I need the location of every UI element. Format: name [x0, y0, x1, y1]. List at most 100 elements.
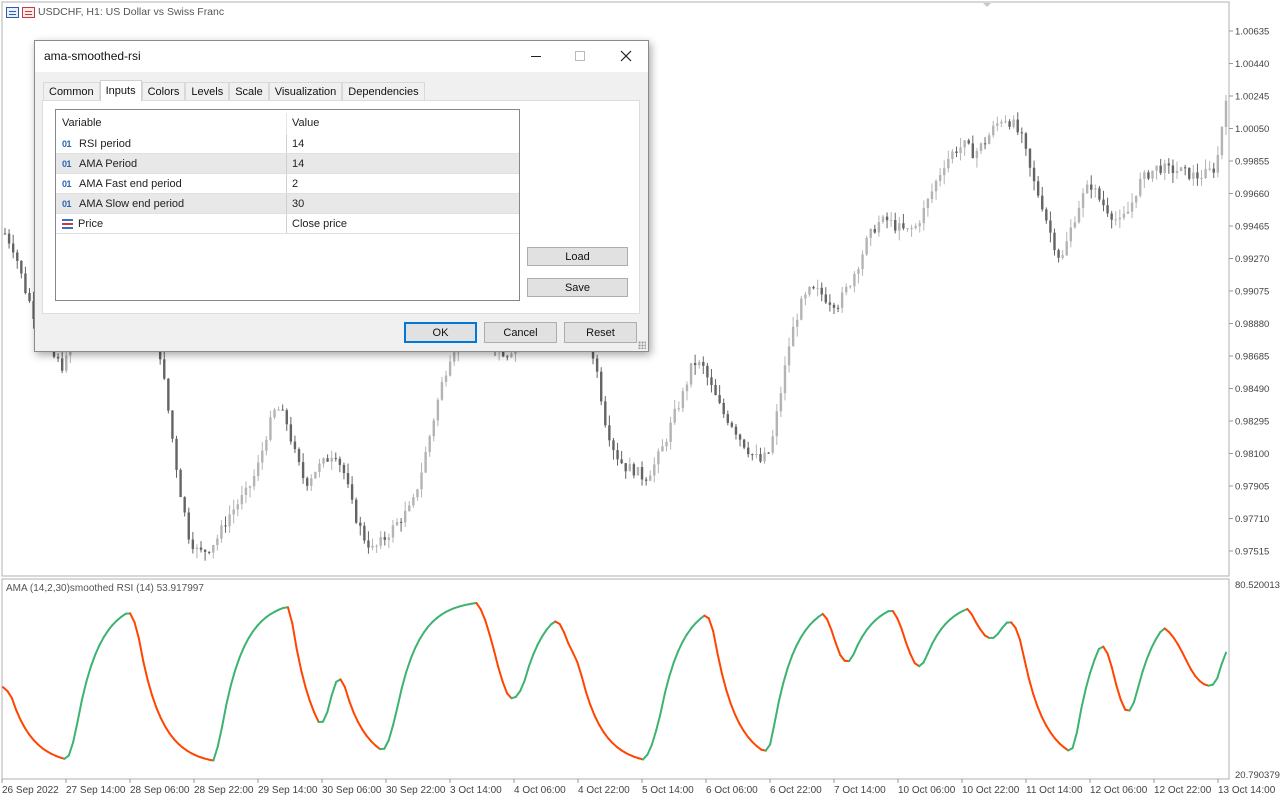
integer-type-icon: 01 — [62, 138, 72, 149]
chart-title: USDCHF, H1: US Dollar vs Swiss Franc — [38, 6, 225, 18]
indicator-properties-dialog: ama-smoothed-rsi Common Inputs Colors Le… — [34, 40, 649, 352]
price-tick-label: 0.98490 — [1235, 384, 1269, 395]
price-tick-label: 0.99465 — [1235, 222, 1269, 233]
tab-levels[interactable]: Levels — [185, 82, 230, 101]
resize-grip-icon[interactable] — [638, 341, 646, 349]
candle — [187, 507, 190, 544]
variable-name: AMA Fast end period — [79, 177, 182, 190]
price-tick-label: 0.98880 — [1235, 319, 1269, 330]
load-button[interactable]: Load — [527, 247, 628, 266]
price-tick-label: 0.98685 — [1235, 352, 1269, 363]
variable-name: AMA Period — [79, 157, 138, 170]
candle — [689, 363, 693, 388]
minimize-button[interactable] — [513, 41, 558, 71]
column-header-variable[interactable]: Variable — [56, 113, 287, 133]
candle — [800, 295, 803, 321]
time-tick-label: 28 Sep 06:00 — [130, 785, 190, 796]
tab-colors[interactable]: Colors — [141, 82, 186, 101]
enum-type-icon — [62, 218, 73, 229]
variable-name: RSI period — [79, 137, 131, 150]
table-row[interactable]: 01 AMA Slow end period 30 — [56, 194, 519, 214]
integer-type-icon: 01 — [62, 198, 72, 209]
indicator-max-label: 80.520013 — [1235, 580, 1280, 591]
value-cell[interactable]: 14 — [287, 134, 519, 153]
close-icon — [620, 50, 631, 62]
cancel-button[interactable]: Cancel — [484, 322, 557, 343]
close-button[interactable] — [603, 41, 648, 71]
tab-scale[interactable]: Scale — [229, 82, 269, 101]
candle — [179, 468, 182, 498]
inputs-panel: Variable Value 01 RSI period 14 01 AMA P… — [42, 100, 640, 314]
candle — [171, 410, 174, 443]
time-tick-label: 28 Sep 22:00 — [194, 785, 254, 796]
time-tick-label: 26 Sep 2022 — [2, 785, 59, 796]
candle — [1188, 167, 1191, 181]
table-row[interactable]: 01 AMA Fast end period 2 — [56, 174, 519, 194]
time-axis: 26 Sep 2022 27 Sep 14:00 28 Sep 06:00 28 Se… — [1, 779, 1276, 796]
price-tick-label: 0.99660 — [1235, 189, 1269, 200]
column-header-value[interactable]: Value — [287, 113, 519, 133]
dialog-titlebar[interactable]: ama-smoothed-rsi — [35, 41, 648, 72]
time-tick-label: 4 Oct 22:00 — [578, 785, 630, 796]
price-tick-label: 0.99270 — [1235, 254, 1269, 265]
reset-button[interactable]: Reset — [564, 322, 637, 343]
table-header: Variable Value — [56, 113, 519, 133]
dialog-title: ama-smoothed-rsi — [44, 49, 141, 63]
indicator-label: AMA (14,2,30)smoothed RSI (14) 53.917997 — [6, 583, 204, 594]
price-tick-label: 0.97710 — [1235, 514, 1269, 525]
time-tick-label: 10 Oct 06:00 — [898, 785, 956, 796]
price-tick-label: 0.99855 — [1235, 157, 1269, 168]
tab-inputs[interactable]: Inputs — [99, 80, 142, 101]
candle — [600, 367, 603, 406]
value-cell[interactable]: Close price — [287, 214, 519, 233]
save-button[interactable]: Save — [527, 278, 628, 297]
price-tick-label: 1.00245 — [1235, 92, 1269, 103]
time-tick-label: 7 Oct 14:00 — [834, 785, 886, 796]
time-tick-label: 29 Sep 14:00 — [258, 785, 318, 796]
tab-dependencies[interactable]: Dependencies — [342, 82, 425, 101]
maximize-button[interactable] — [557, 41, 602, 71]
time-tick-label: 3 Oct 14:00 — [450, 785, 502, 796]
time-tick-label: 11 Oct 14:00 — [1026, 785, 1083, 796]
value-cell[interactable]: 2 — [287, 174, 519, 193]
price-tick-label: 0.98295 — [1235, 417, 1269, 428]
table-row[interactable]: 01 RSI period 14 — [56, 134, 519, 154]
price-tick-label: 1.00050 — [1235, 124, 1269, 135]
price-tick-label: 1.00635 — [1235, 27, 1269, 38]
time-tick-label: 10 Oct 22:00 — [962, 785, 1020, 796]
minimize-icon — [530, 56, 541, 57]
price-tick-label: 0.97515 — [1235, 547, 1269, 558]
table-row[interactable]: 01 AMA Period 14 — [56, 154, 519, 174]
variable-cell: 01 AMA Slow end period — [56, 194, 287, 213]
indicator-axis: 80.520013 20.790379 — [1235, 580, 1280, 781]
value-cell[interactable]: 30 — [287, 194, 519, 213]
time-tick-label: 4 Oct 06:00 — [514, 785, 566, 796]
trade-panel-icon[interactable] — [22, 6, 35, 18]
tab-visualization[interactable]: Visualization — [268, 82, 343, 101]
time-tick-label: 5 Oct 14:00 — [642, 785, 694, 796]
price-axis: 1.00635 1.00440 1.00245 1.00050 0.99855 0.996… — [1229, 27, 1269, 558]
candle — [314, 471, 317, 479]
indicator-min-label: 20.790379 — [1235, 770, 1280, 781]
variable-cell: 01 AMA Period — [56, 154, 287, 173]
variable-name: AMA Slow end period — [79, 197, 185, 210]
time-tick-label: 30 Sep 22:00 — [386, 785, 446, 796]
time-tick-label: 12 Oct 06:00 — [1090, 785, 1148, 796]
integer-type-icon: 01 — [62, 178, 72, 189]
value-cell[interactable]: 14 — [287, 154, 519, 173]
ok-button[interactable]: OK — [404, 322, 477, 343]
candle — [1098, 186, 1101, 202]
tab-common[interactable]: Common — [43, 82, 100, 101]
candle — [354, 497, 358, 525]
table-row[interactable]: Price Close price — [56, 214, 519, 234]
chart-title-bar: USDCHF, H1: US Dollar vs Swiss Franc — [6, 6, 224, 18]
dialog-tabs: Common Inputs Colors Levels Scale Visual… — [43, 80, 425, 101]
time-tick-label: 6 Oct 22:00 — [770, 785, 822, 796]
inputs-table: Variable Value 01 RSI period 14 01 AMA P… — [55, 109, 520, 301]
candle — [1179, 166, 1183, 172]
maximize-icon — [574, 51, 585, 61]
time-tick-label: 6 Oct 06:00 — [706, 785, 758, 796]
variable-cell: 01 RSI period — [56, 134, 287, 153]
variable-cell: 01 AMA Fast end period — [56, 174, 287, 193]
chart-menu-icon[interactable] — [6, 6, 19, 18]
